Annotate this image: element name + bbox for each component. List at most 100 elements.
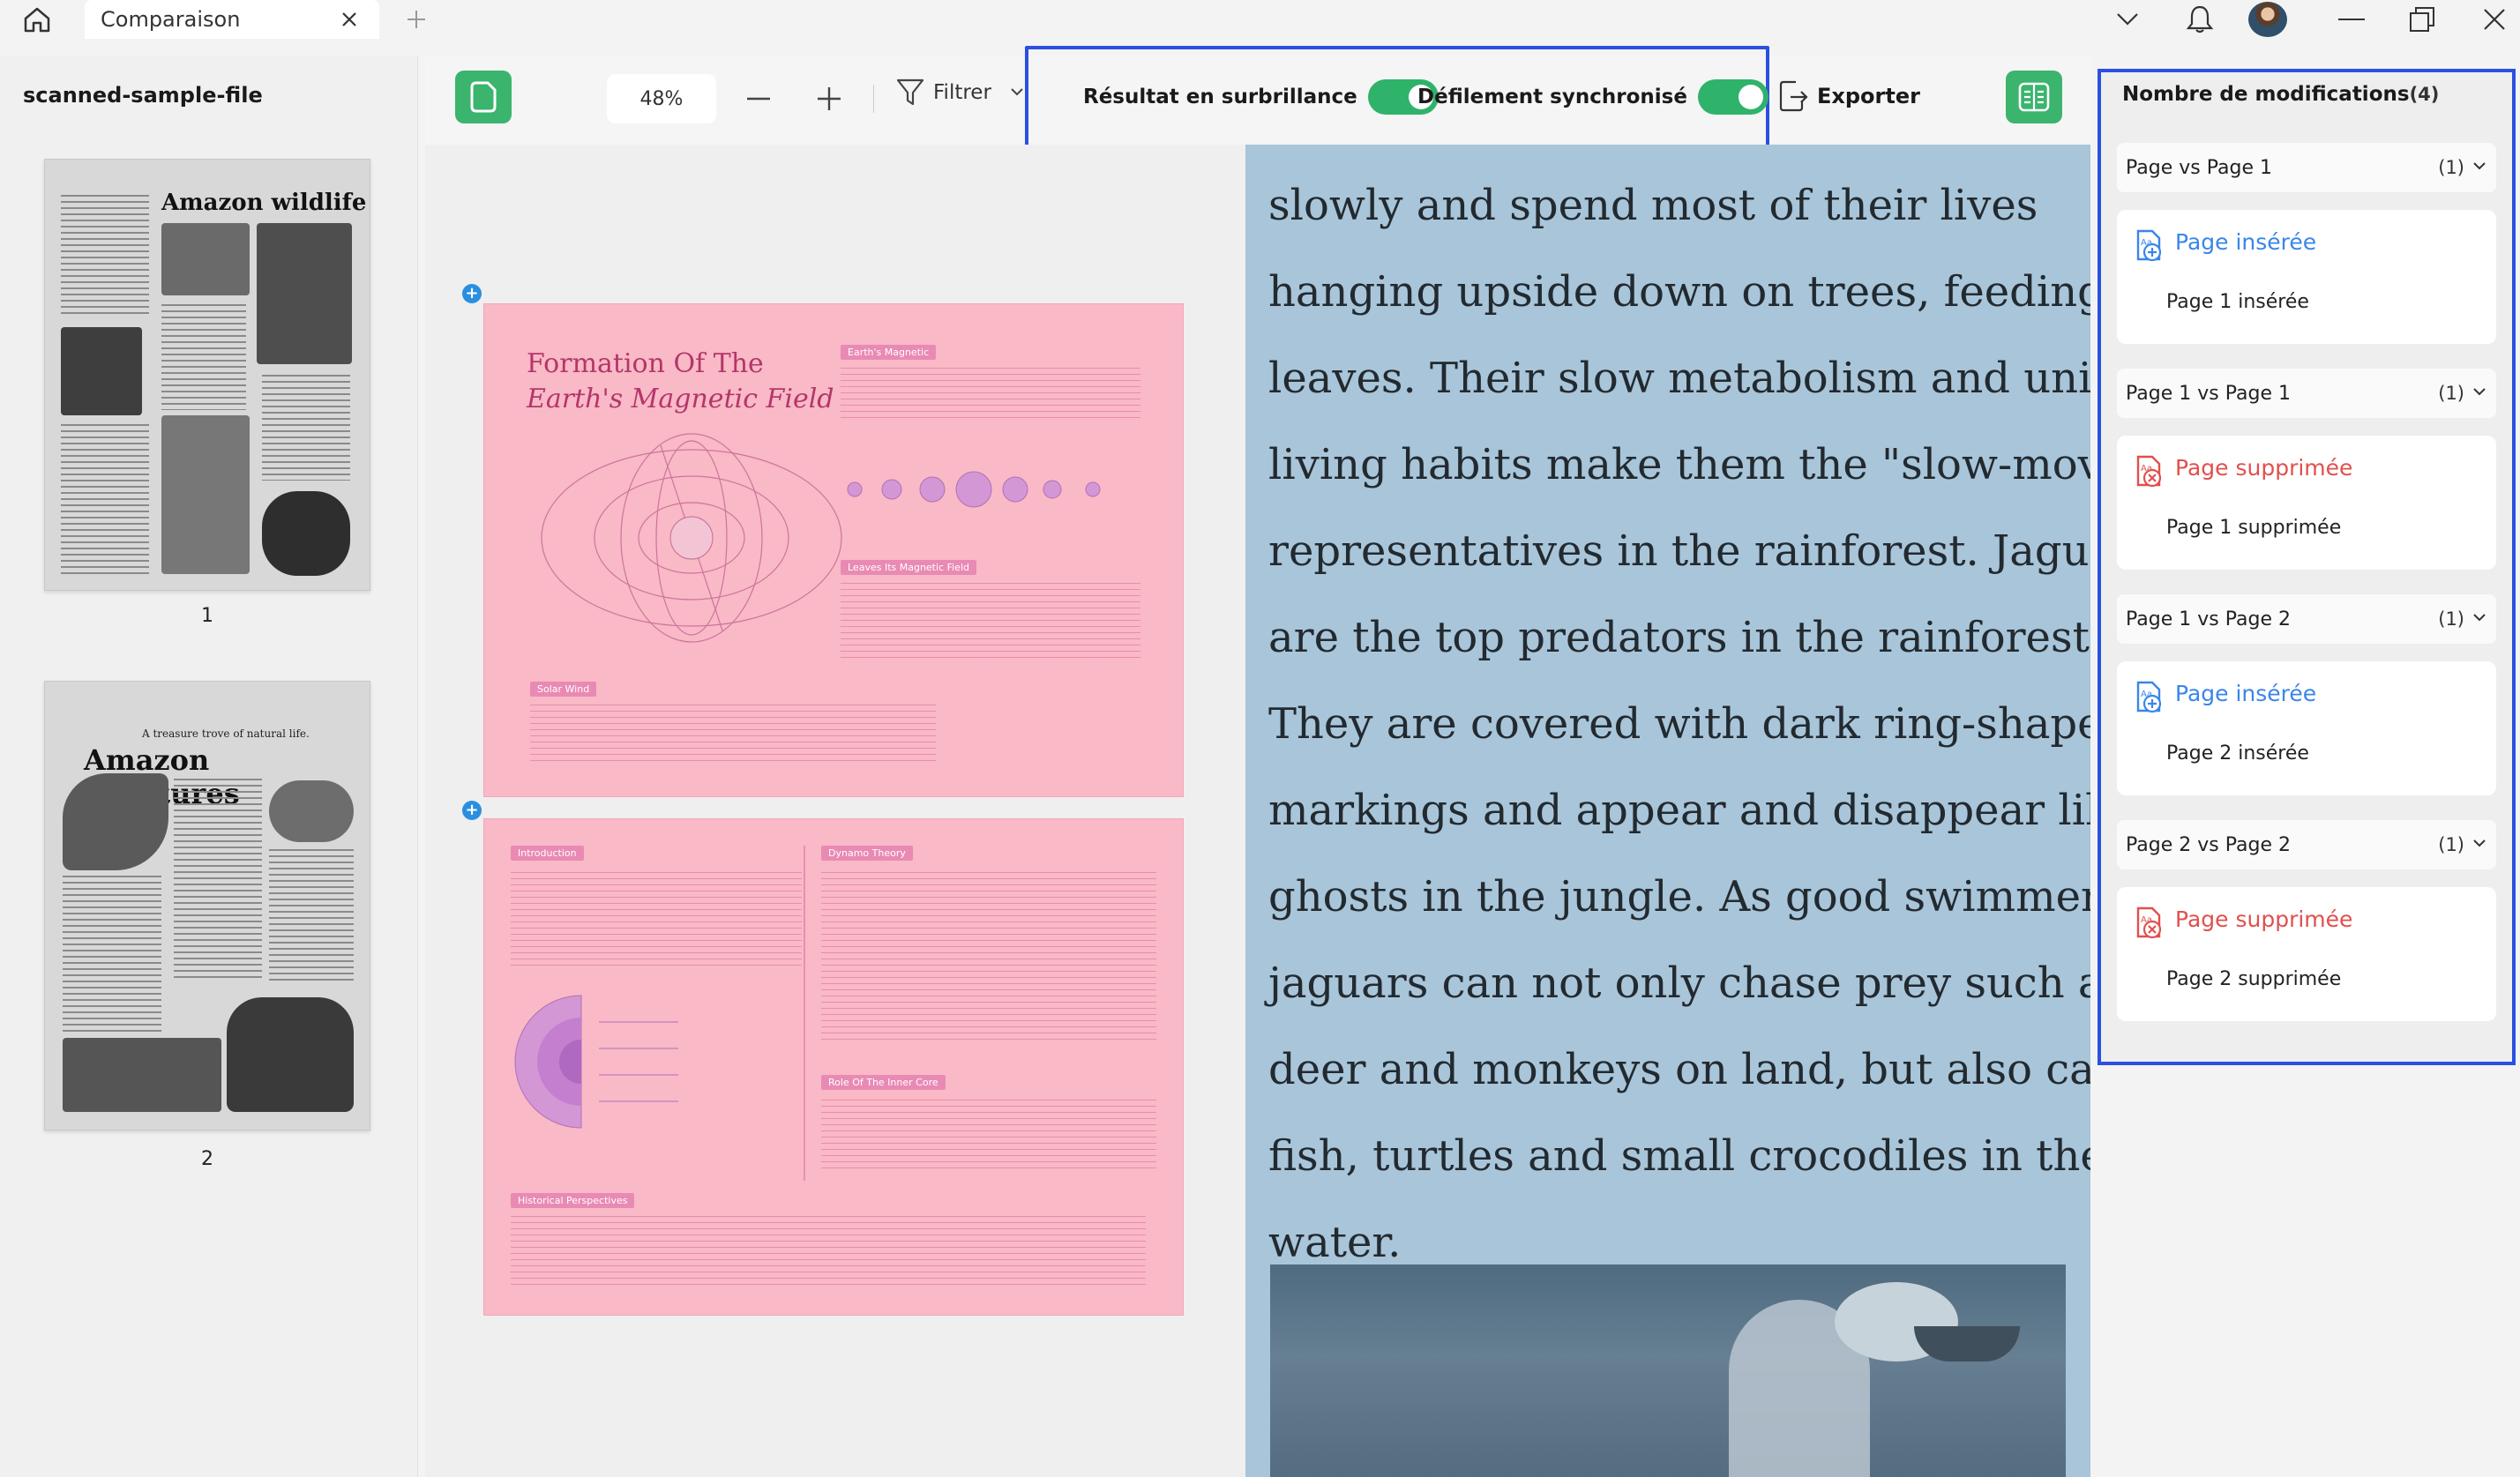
filter-icon [896, 78, 924, 106]
page-insert-icon: Aa [2136, 681, 2162, 713]
change-description: Page 1 insérée [2166, 291, 2309, 313]
change-description: Page 2 insérée [2166, 742, 2309, 765]
text-block [821, 1100, 1156, 1170]
monkey-image [61, 327, 142, 415]
frog-image [257, 223, 352, 364]
page-title: Formation Of The [527, 348, 764, 379]
home-icon[interactable] [19, 4, 55, 35]
document-page-1: Formation Of The Earth's Magnetic Field … [483, 303, 1184, 797]
flamingo-image [1270, 1264, 2066, 1477]
tab-label: Comparaison [101, 7, 241, 32]
text-block [511, 1216, 1146, 1287]
chevron-down-icon[interactable] [2471, 610, 2487, 626]
section-chip: Earth's Magnetic [841, 345, 937, 360]
change-description: Page 1 supprimée [2166, 517, 2342, 539]
export-button[interactable]: Exporter [1778, 79, 1920, 113]
text-line: jaguars can not only chase prey such as [1268, 959, 2090, 1008]
change-group-header[interactable]: Page 2 vs Page 2 (1) [2117, 820, 2496, 869]
file-name: scanned-sample-file [23, 83, 263, 108]
plus-icon[interactable] [402, 5, 430, 34]
page-delete-icon: Aa [2136, 455, 2162, 488]
planets-diagram [847, 471, 1101, 508]
changes-panel: Nombre de modifications(4) Page vs Page … [2098, 69, 2516, 1065]
text-block [530, 705, 936, 766]
text-column [174, 779, 262, 981]
thumb-subtitle: A treasure trove of natural life. [142, 727, 310, 740]
svg-text:Aa: Aa [2141, 464, 2152, 474]
page-title: Earth's Magnetic Field [527, 384, 834, 414]
thumb-title: Amazon wildlife [161, 190, 367, 216]
page-delete-icon: Aa [2136, 906, 2162, 939]
title-bar: Comparaison [0, 0, 2520, 39]
text-block [821, 872, 1156, 1040]
plus-icon[interactable]: + [462, 284, 482, 303]
page-icon[interactable] [455, 71, 512, 123]
filter-button[interactable]: Filtrer [896, 78, 1023, 108]
page-number: 1 [201, 605, 213, 627]
section-chip: Leaves Its Magnetic Field [841, 560, 976, 575]
minus-icon[interactable] [743, 85, 774, 113]
sync-scroll-toggle[interactable] [1697, 79, 1768, 115]
tapir-image [227, 997, 354, 1112]
chevron-down-icon[interactable] [2471, 384, 2487, 400]
change-card[interactable]: Aa Page supprimée Page 2 supprimée [2117, 887, 2496, 1021]
eagle-image [63, 773, 168, 870]
group-label: Page vs Page 1 [2126, 156, 2272, 179]
changes-total: (4) [2409, 84, 2440, 105]
zoom-level[interactable]: 48% [607, 74, 716, 123]
plus-icon[interactable]: + [462, 801, 482, 820]
group-count: (1) [2438, 834, 2464, 855]
group-count: (1) [2438, 157, 2464, 178]
highlight-toggle-group[interactable]: Résultat en surbrillance [1083, 79, 1439, 115]
group-count: (1) [2438, 383, 2464, 404]
text-line: fish, turtles and small crocodiles in th… [1268, 1131, 2090, 1181]
change-group-header[interactable]: Page 1 vs Page 2 (1) [2117, 594, 2496, 644]
forest-image [63, 1038, 221, 1112]
change-card[interactable]: Aa Page insérée Page 2 insérée [2117, 661, 2496, 795]
svg-text:Aa: Aa [2141, 915, 2152, 925]
chevron-down-icon[interactable] [2471, 159, 2487, 175]
change-card[interactable]: Aa Page supprimée Page 1 supprimée [2117, 436, 2496, 570]
chevron-down-icon[interactable] [2471, 836, 2487, 852]
avatar[interactable] [2248, 2, 2287, 37]
earth-core-diagram [514, 995, 678, 1129]
page-thumbnail-1[interactable]: Amazon wildlife [44, 159, 370, 591]
group-label: Page 2 vs Page 2 [2126, 833, 2291, 856]
changes-title: Nombre de modifications(4) [2122, 83, 2439, 106]
text-line: living habits make them the "slow-moving [1268, 440, 2090, 489]
chevron-down-icon[interactable] [2110, 4, 2145, 35]
highlight-label: Résultat en surbrillance [1083, 86, 1357, 108]
scanned-text: slowly and spend most of their lives han… [1268, 162, 2090, 1286]
divider [804, 846, 805, 1181]
tab-comparaison[interactable]: Comparaison [85, 0, 379, 39]
minimize-icon[interactable] [2334, 4, 2369, 35]
change-card[interactable]: Aa Page insérée Page 1 insérée [2117, 210, 2496, 344]
right-document-view[interactable]: slowly and spend most of their lives han… [1245, 145, 2090, 1477]
change-kind: Page supprimée [2175, 906, 2353, 932]
compare-icon[interactable] [2006, 71, 2062, 123]
text-column [161, 304, 246, 410]
left-document-view[interactable]: + + Formation Of The Earth's Magnetic Fi… [425, 145, 1245, 1477]
change-group-header[interactable]: Page vs Page 1 (1) [2117, 143, 2496, 192]
document-page-2: Introduction Dynamo Theory Role Of The I… [483, 818, 1184, 1316]
section-chip: Role Of The Inner Core [821, 1075, 946, 1090]
close-icon[interactable] [337, 7, 362, 32]
text-column [63, 876, 161, 1034]
restore-icon[interactable] [2404, 4, 2440, 35]
close-window-icon[interactable] [2477, 4, 2512, 35]
change-group-header[interactable]: Page 1 vs Page 1 (1) [2117, 369, 2496, 418]
text-line: markings and appear and disappear like [1268, 786, 2090, 835]
plus-icon[interactable] [813, 83, 845, 115]
page-thumbnail-2[interactable]: A treasure trove of natural life. Amazon… [44, 681, 370, 1130]
giraffe-image [161, 415, 250, 574]
group-count: (1) [2438, 608, 2464, 630]
svg-text:Aa: Aa [2141, 690, 2152, 699]
flamingo-beak [1914, 1326, 2020, 1361]
bell-icon[interactable] [2182, 4, 2217, 35]
text-line: hanging upside down on trees, feeding on [1268, 267, 2090, 317]
text-line: slowly and spend most of their lives [1268, 181, 2038, 230]
svg-text:Aa: Aa [2141, 238, 2152, 248]
sync-scroll-label: Défilement synchronisé [1417, 86, 1687, 108]
sync-scroll-toggle-group[interactable]: Défilement synchronisé [1417, 79, 1768, 115]
export-icon [1779, 80, 1808, 112]
